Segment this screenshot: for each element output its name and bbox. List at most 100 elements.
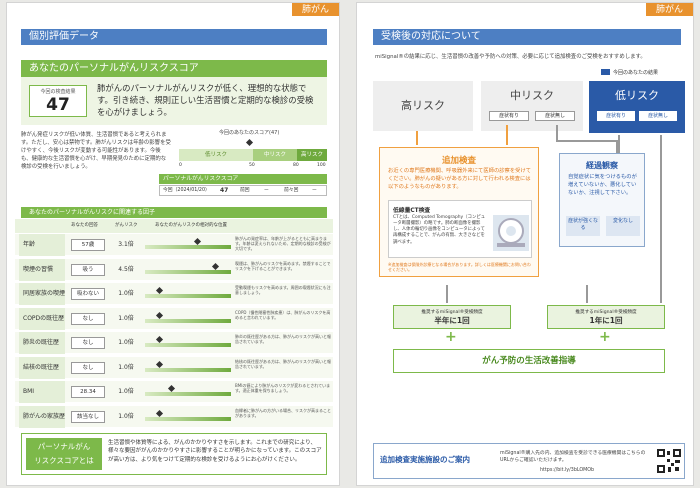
factor-marker <box>155 335 164 344</box>
factor-label: 同居家族の喫煙 <box>19 283 65 305</box>
history-prev2-value: ー <box>312 188 317 193</box>
factor-note: 血縁者に肺がんの方がいる場合、リスクが高まることがあります。 <box>235 407 331 418</box>
factor-value: なし <box>71 337 105 349</box>
factor-gradient <box>145 416 231 421</box>
right-page: 肺がん 受検後の対応について miSignal®の結果に応じ、生活習慣の改善や予… <box>356 2 694 486</box>
plus-left: + <box>445 329 457 345</box>
factor-note: 結核の既往歴がある方は、肺がんのリスクが高いと報告されています。 <box>235 358 331 369</box>
history-prev1-label: 前回 <box>240 188 250 193</box>
score-label: 今回の検査結果 <box>40 89 76 95</box>
left-page: 肺がん 個別評価データ あなたのパーソナルがんリスクスコア 今回の検査結果 47… <box>6 2 340 486</box>
factor-multiplier: 1.0倍 <box>118 314 134 322</box>
factor-row: 年齢 57歳 3.1倍 肺がんの発症率は、年齢が上がるとともに高まります。年齢は変えら… <box>15 234 333 256</box>
factor-value: 57歳 <box>71 239 105 251</box>
facility-title: 追加検査実施施設のご案内 <box>380 455 470 464</box>
factor-note: COPD（慢性閉塞性肺疾患）は、肺がんのリスクを高めると言われています。 <box>235 309 331 320</box>
factor-row: 肺炎の既往歴 なし 1.0倍 肺炎の既往歴がある方は、肺がんのリスクが高いと報告されて… <box>15 332 333 354</box>
recheck-half-value: 半年に1回 <box>434 316 470 325</box>
score-message: 肺がんのパーソナルがんリスクが低く、理想的な状態です。引き続き、規則正しい生活習… <box>97 83 314 117</box>
follow-opt-worse: 症状が強くなる <box>566 216 600 236</box>
factor-row: 肺がんの家族歴 該当なし 1.0倍 血縁者に肺がんの方がいる場合、リスクが高まることが… <box>15 405 333 428</box>
recheck-half-box: 推奨するmiSignal®受検頻度 半年に1回 <box>393 305 511 329</box>
score-box: 今回の検査結果 47 <box>29 85 87 117</box>
factor-label: 結核の既往歴 <box>19 356 65 379</box>
factor-value: 吸う <box>71 263 105 276</box>
factor-note: 喫煙は、肺がんのリスクを高めます。禁煙することでリスクを下げることができます。 <box>235 260 331 271</box>
factor-marker <box>155 409 164 417</box>
factor-value: なし <box>71 312 105 325</box>
follow-up-box: 経過観察 自覚症状に気をつけるものが増えていないか、悪化していないか、注視して下… <box>559 153 645 247</box>
factor-graph <box>145 360 231 374</box>
facility-text: miSignal®購入先の内、追加検査を受診できる医療機関はこちらのURLからご… <box>500 451 646 464</box>
factor-note: 肺炎の既往歴がある方は、肺がんのリスクが高いと報告されています。 <box>235 334 331 345</box>
lifestyle-guidance: がん予防の生活改善指導 <box>393 349 665 373</box>
factors-title: あなたのパーソナルがんリスクに関連する因子 <box>21 207 327 218</box>
tick-80: 80 <box>293 163 299 168</box>
factor-note: 受動喫煙もリスクを高めます。周囲の喫煙状況にも注意しましょう。 <box>235 285 331 296</box>
factor-label: 年齢 <box>19 234 65 256</box>
history-now-value: 47 <box>220 187 229 194</box>
factor-value: 28.34 <box>71 386 105 398</box>
factor-marker <box>155 360 164 368</box>
factor-graph <box>145 409 231 423</box>
factor-value: なし <box>71 361 105 374</box>
factor-multiplier: 1.0倍 <box>118 363 134 371</box>
score-history: パーソナルがんリスクスコア 今回（2024/01/20） 47 前回 ー 前々回… <box>159 174 327 198</box>
factor-gradient <box>145 318 231 323</box>
factor-multiplier: 1.0倍 <box>118 412 134 420</box>
additional-exam-note: ※追加検査は保険外診療となる場合があります。詳しくは医療機関にお問い合わせくださ… <box>388 262 531 273</box>
factor-multiplier: 3.1倍 <box>118 241 134 248</box>
factor-note: 肺がんの発症率は、年齢が上がるとともに高まります。年齢は変えられないため、定期的… <box>235 236 331 252</box>
factor-graph <box>145 335 231 349</box>
tick-0: 0 <box>179 163 182 168</box>
ct-text: CTとは、Computed Tomography（コンピュータ断層撮影）の略です… <box>393 215 486 245</box>
intro-text: 肺がん発症リスクが低い体質、生活習慣であると考えられます。ただし、安心は禁物です… <box>21 132 171 171</box>
zone-low: 低リスク <box>179 149 253 161</box>
factor-gradient <box>145 245 231 249</box>
factor-marker <box>155 286 164 295</box>
factor-marker <box>193 237 202 246</box>
footer-title: パーソナルがん リスクスコアとは <box>26 438 102 470</box>
ct-title: 低線量CT検査 <box>393 208 431 214</box>
facility-url[interactable]: https://bit.ly/3bLOMOb <box>540 468 594 473</box>
ct-box: 低線量CT検査 CTとは、Computed Tomography（コンピュータ断… <box>388 200 532 258</box>
factor-multiplier: 4.5倍 <box>118 265 134 273</box>
factor-note: BMIの値により肺がんのリスクが変わるとされています。適正体重を保ちましょう。 <box>235 383 331 394</box>
footer-box: パーソナルがん リスクスコアとは 生活習慣や体質等による、がんのかかりやすさを示… <box>21 433 327 475</box>
factor-marker <box>155 311 164 319</box>
additional-exam-box: 追加検査 お近くの専門医療機関、呼吸器外来にて医師の診察を受けてください。肺がん… <box>379 147 539 277</box>
zone-mid: 中リスク <box>253 149 297 161</box>
factor-row: 結核の既往歴 なし 1.0倍 結核の既往歴がある方は、肺がんのリスクが高いと報告されて… <box>15 356 333 379</box>
tick-50: 50 <box>249 163 255 168</box>
factor-multiplier: 1.0倍 <box>118 339 134 346</box>
plus-right: + <box>599 329 611 345</box>
factor-multiplier: 1.0倍 <box>118 290 134 297</box>
factor-marker <box>211 262 220 270</box>
qr-code-icon[interactable] <box>656 448 682 474</box>
factor-row: 喫煙の習慣 吸う 4.5倍 喫煙は、肺がんのリスクを高めます。禁煙することでリスクを下… <box>15 258 333 281</box>
history-prev1-value: ー <box>264 188 269 193</box>
factor-row: BMI 28.34 1.0倍 BMIの値により肺がんのリスクが変わるとされています。適… <box>15 381 333 403</box>
factor-value: 吸わない <box>71 288 105 300</box>
tick-100: 100 <box>317 163 326 168</box>
col-result: あなたの回答 <box>71 223 98 228</box>
follow-opt-nochange: 変化なし <box>606 216 640 236</box>
score-panel: 今回の検査結果 47 肺がんのパーソナルがんリスクが低く、理想的な状態です。引き… <box>21 77 327 125</box>
follow-up-text: 自覚症状に気をつけるものが増えていないか、悪化していないか、注視して下さい。 <box>568 174 637 196</box>
factor-value: 該当なし <box>71 410 105 423</box>
score-value: 47 <box>46 95 70 115</box>
additional-exam-title: 追加検査 <box>441 156 476 166</box>
factor-label: COPDの既往歴 <box>19 307 65 330</box>
recheck-year-value: 1年に1回 <box>589 316 623 325</box>
factor-multiplier: 1.0倍 <box>118 388 134 395</box>
factor-row: COPDの既往歴 なし 1.0倍 COPD（慢性閉塞性肺疾患）は、肺がんのリスクを高め… <box>15 307 333 330</box>
factor-marker <box>167 384 176 393</box>
factor-label: 肺炎の既往歴 <box>19 332 65 354</box>
additional-exam-text: お近くの専門医療機関、呼吸器外来にて医師の診察を受けてください。肺がんの疑いがあ… <box>388 168 532 190</box>
facility-footer: 追加検査実施施設のご案内 miSignal®購入先の内、追加検査を受診できる医療… <box>373 443 685 479</box>
factor-graph <box>145 237 231 251</box>
col-mult: がんリスク <box>115 223 138 228</box>
history-row: 今回（2024/01/20） 47 前回 ー 前々回 ー <box>159 185 327 196</box>
factor-graph <box>145 311 231 325</box>
factor-gradient <box>145 294 231 298</box>
